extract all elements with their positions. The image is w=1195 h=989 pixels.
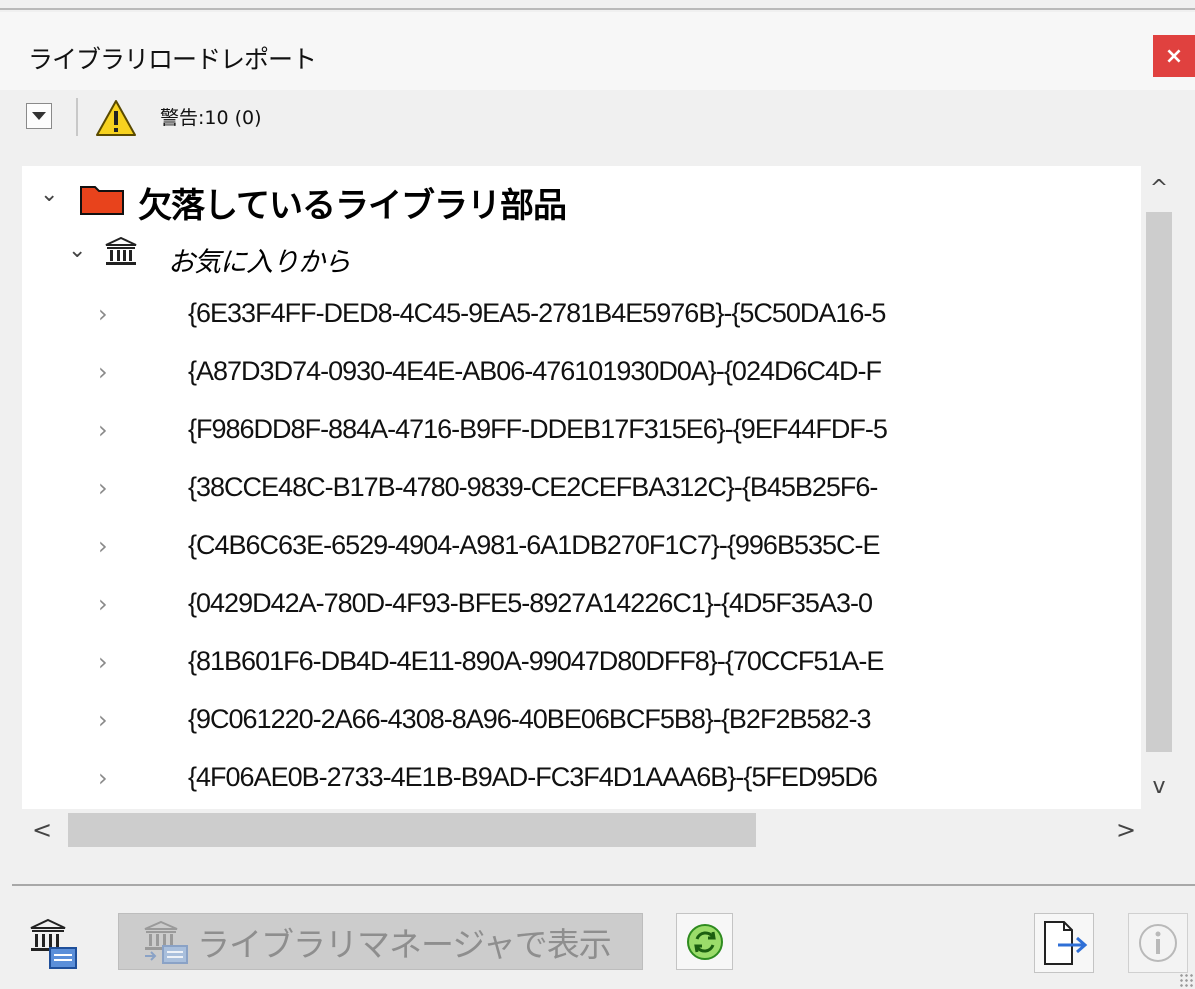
tree-item-row[interactable]: › {4F06AE0B-2733-4E1B-B9AD-FC3F4D1AAA6B}… bbox=[22, 750, 1140, 808]
tree-content: ⌄ 欠落しているライブラリ部品 ⌄ お気に入りから › {6E33F4FF-DE… bbox=[22, 166, 1140, 809]
tree-item-label: {C4B6C63E-6529-4904-A981-6A1DB270F1C7}-{… bbox=[188, 530, 880, 560]
horizontal-scrollbar[interactable]: < > bbox=[22, 809, 1177, 851]
scroll-right-button[interactable]: > bbox=[1106, 809, 1146, 851]
show-in-library-manager-label: ライブラリマネージャで表示 bbox=[197, 924, 612, 964]
tree-item-row[interactable]: › {38CCE48C-B17B-4780-9839-CE2CEFBA312C}… bbox=[22, 460, 1140, 518]
info-icon bbox=[1139, 924, 1177, 962]
tree-item-row[interactable]: › {81B601F6-DB4D-4E11-890A-99047D80DFF8}… bbox=[22, 634, 1140, 692]
vertical-scroll-thumb[interactable] bbox=[1146, 212, 1172, 752]
tree-item-label: {A87D3D74-0930-4E4E-AB06-476101930D0A}-{… bbox=[188, 356, 882, 386]
library-building-icon bbox=[105, 237, 137, 265]
window-top-edge bbox=[0, 0, 1195, 10]
window-title: ライブラリロードレポート bbox=[28, 45, 317, 74]
title-bar[interactable]: ライブラリロードレポート bbox=[0, 12, 1195, 90]
scroll-down-button[interactable]: v bbox=[1141, 766, 1177, 806]
tree-item-label: {81B601F6-DB4D-4E11-890A-99047D80DFF8}-{… bbox=[188, 646, 884, 676]
filter-dropdown-button[interactable] bbox=[26, 103, 52, 129]
tree-item-label: {4F06AE0B-2733-4E1B-B9AD-FC3F4D1AAA6B}-{… bbox=[188, 762, 878, 792]
chevron-right-icon[interactable]: › bbox=[98, 590, 108, 618]
warning-count: 警告:10 (0) bbox=[160, 107, 262, 129]
resize-grip[interactable] bbox=[1179, 973, 1193, 987]
vertical-scrollbar[interactable]: ^ v bbox=[1141, 166, 1177, 809]
chevron-right-icon[interactable]: › bbox=[98, 416, 108, 444]
chevron-right-icon[interactable]: › bbox=[98, 764, 108, 792]
subgroup-label: お気に入りから bbox=[168, 247, 351, 278]
tree-item-label: {9C061220-2A66-4308-8A96-40BE06BCF5B8}-{… bbox=[188, 704, 872, 734]
library-manager-icon bbox=[30, 918, 77, 969]
refresh-button[interactable] bbox=[676, 913, 733, 970]
tree-item-row[interactable]: › {9C061220-2A66-4308-8A96-40BE06BCF5B8}… bbox=[22, 692, 1140, 750]
chevron-down-icon[interactable]: ⌄ bbox=[40, 182, 58, 207]
tree-subgroup-row[interactable]: ⌄ お気に入りから bbox=[22, 228, 1140, 286]
tree-item-label: {F986DD8F-884A-4716-B9FF-DDEB17F315E6}-{… bbox=[188, 414, 888, 444]
export-icon bbox=[1044, 921, 1088, 965]
report-tree[interactable]: ⌄ 欠落しているライブラリ部品 ⌄ お気に入りから › {6E33F4FF-DE… bbox=[22, 166, 1177, 809]
tree-item-row[interactable]: › {0429D42A-780D-4F93-BFE5-8927A14226C1}… bbox=[22, 576, 1140, 634]
library-load-report-window: ライブラリロードレポート × 警告:10 (0) ⌄ 欠落しているライブラリ部品… bbox=[0, 0, 1195, 989]
horizontal-scroll-thumb[interactable] bbox=[68, 813, 756, 847]
export-button[interactable] bbox=[1034, 913, 1094, 973]
close-button[interactable]: × bbox=[1153, 35, 1195, 77]
tree-item-label: {38CCE48C-B17B-4780-9839-CE2CEFBA312C}-{… bbox=[188, 472, 878, 502]
chevron-right-icon[interactable]: › bbox=[98, 532, 108, 560]
warning-triangle-icon bbox=[96, 100, 136, 136]
chevron-right-icon[interactable]: › bbox=[98, 648, 108, 676]
refresh-icon bbox=[686, 923, 723, 960]
tree-item-label: {0429D42A-780D-4F93-BFE5-8927A14226C1}-{… bbox=[188, 588, 873, 618]
scroll-left-button[interactable]: < bbox=[22, 809, 62, 851]
tree-item-row[interactable]: › {A87D3D74-0930-4E4E-AB06-476101930D0A}… bbox=[22, 344, 1140, 402]
category-label: 欠落しているライブラリ部品 bbox=[138, 186, 567, 226]
folder-icon bbox=[80, 186, 124, 215]
tree-category-row[interactable]: ⌄ 欠落しているライブラリ部品 bbox=[22, 170, 1140, 228]
tree-item-row[interactable]: › {F986DD8F-884A-4716-B9FF-DDEB17F315E6}… bbox=[22, 402, 1140, 460]
library-manager-button[interactable] bbox=[28, 918, 78, 970]
chevron-down-icon[interactable]: ⌄ bbox=[68, 238, 86, 263]
chevron-right-icon[interactable]: › bbox=[98, 706, 108, 734]
library-manager-icon bbox=[144, 920, 188, 964]
info-button[interactable] bbox=[1128, 913, 1188, 973]
chevron-right-icon[interactable]: › bbox=[98, 300, 108, 328]
chevron-right-icon[interactable]: › bbox=[98, 358, 108, 386]
tree-item-row[interactable]: › {6E33F4FF-DED8-4C45-9EA5-2781B4E5976B}… bbox=[22, 286, 1140, 344]
dropdown-triangle-icon bbox=[32, 112, 46, 120]
toolbar-separator bbox=[76, 98, 78, 136]
show-in-library-manager-button[interactable]: ライブラリマネージャで表示 bbox=[118, 913, 643, 970]
chevron-right-icon[interactable]: › bbox=[98, 474, 108, 502]
tree-item-label: {6E33F4FF-DED8-4C45-9EA5-2781B4E5976B}-{… bbox=[188, 298, 886, 328]
scroll-up-button[interactable]: ^ bbox=[1141, 168, 1177, 208]
tree-item-row[interactable]: › {C4B6C63E-6529-4904-A981-6A1DB270F1C7}… bbox=[22, 518, 1140, 576]
